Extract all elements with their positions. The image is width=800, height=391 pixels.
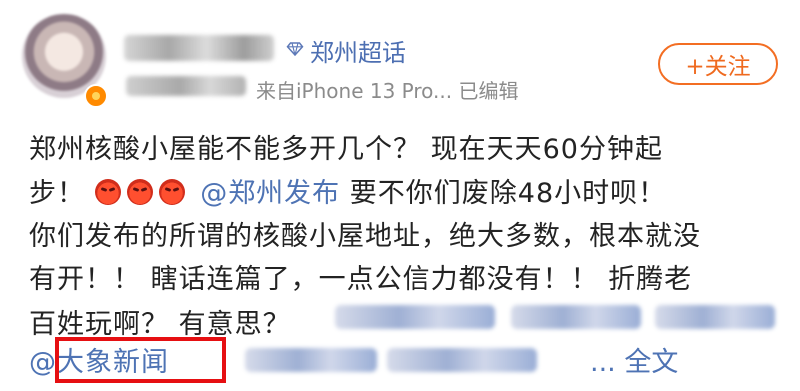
- angry-emoji-icon: [158, 179, 185, 205]
- read-full-link[interactable]: ... 全文: [590, 340, 678, 379]
- angry-emoji-icon: [126, 179, 153, 205]
- post-text-line: 有开！！ 瞎话连篇了，一点公信力都没有！！ 折腾老: [29, 264, 693, 295]
- red-highlight-box: [55, 337, 226, 383]
- blurred-mention[interactable]: [335, 305, 495, 329]
- angry-emoji-icon: [94, 179, 121, 205]
- blurred-time: [126, 76, 246, 96]
- topic-link[interactable]: 郑州超话: [310, 33, 406, 68]
- post-text-line: 郑州核酸小屋能不能多开几个？ 现在天天60分钟起: [29, 134, 663, 165]
- blurred-username[interactable]: [124, 35, 274, 61]
- post-text-line: 你们发布的所谓的核酸小屋地址，绝大多数，根本就没: [29, 221, 701, 252]
- blurred-mention[interactable]: [245, 348, 377, 372]
- post-text-fragment: 步！: [29, 178, 85, 209]
- follow-button[interactable]: +关注: [658, 43, 778, 85]
- post-text-line: 步！ @郑州发布 要不你们废除48小时呗！: [29, 171, 666, 210]
- post-meta: 来自iPhone 13 Pro... 已编辑: [256, 79, 519, 103]
- blurred-mention[interactable]: [655, 305, 775, 329]
- weibo-post: 郑州超话 来自iPhone 13 Pro... 已编辑 +关注 郑州核酸小屋能不…: [0, 0, 800, 391]
- mention-zhengzhou-fabu[interactable]: @郑州发布: [200, 178, 340, 209]
- post-text-line: 百姓玩啊？ 有意思？: [29, 309, 291, 340]
- blurred-mention[interactable]: [387, 348, 537, 372]
- blurred-mention[interactable]: [511, 305, 641, 329]
- verified-badge-icon: [84, 84, 108, 108]
- post-text-fragment: 要不你们废除48小时呗！: [349, 178, 667, 209]
- diamond-topic-icon: [286, 42, 304, 57]
